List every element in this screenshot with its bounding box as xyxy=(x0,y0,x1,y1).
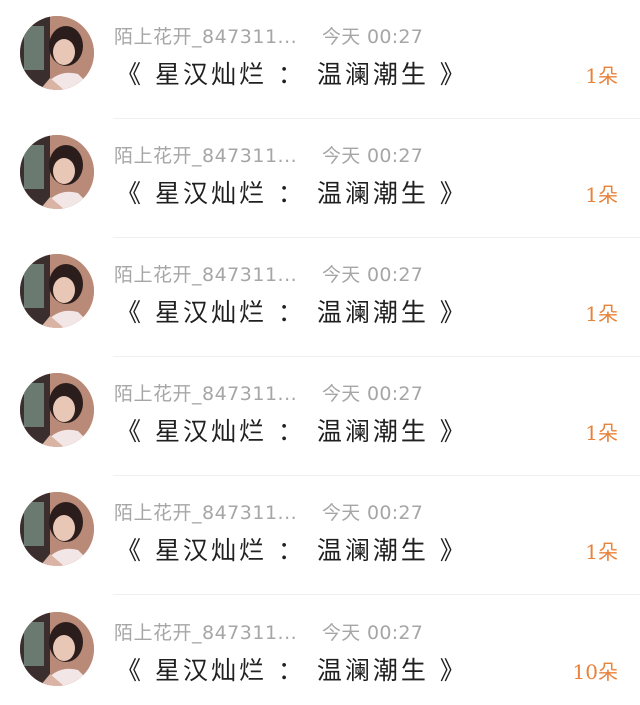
list-item[interactable]: 陌上花开_847311... 今天 00:27 《 星汉灿烂 ： 温澜潮生 》 … xyxy=(0,357,640,476)
avatar-photo-icon xyxy=(20,492,94,566)
row-divider xyxy=(113,594,640,595)
user-avatar[interactable] xyxy=(20,612,94,686)
list-item[interactable]: 陌上花开_847311... 今天 00:27 《 星汉灿烂 ： 温澜潮生 》 … xyxy=(0,596,640,705)
list-item[interactable]: 陌上花开_847311... 今天 00:27 《 星汉灿烂 ： 温澜潮生 》 … xyxy=(0,238,640,357)
flower-count: 1朵 xyxy=(585,540,618,564)
message-text: 《 星汉灿烂 ： 温澜潮生 》 xyxy=(116,536,468,565)
item-meta: 陌上花开_847311... 今天 00:27 xyxy=(114,141,434,167)
item-meta: 陌上花开_847311... 今天 00:27 xyxy=(114,260,434,286)
timestamp: 今天 00:27 xyxy=(322,26,424,48)
list-item[interactable]: 陌上花开_847311... 今天 00:27 《 星汉灿烂 ： 温澜潮生 》 … xyxy=(0,0,640,119)
timestamp: 今天 00:27 xyxy=(322,264,424,286)
list-item[interactable]: 陌上花开_847311... 今天 00:27 《 星汉灿烂 ： 温澜潮生 》 … xyxy=(0,476,640,595)
avatar-photo-icon xyxy=(20,135,94,209)
avatar-photo-icon xyxy=(20,16,94,90)
flower-count: 1朵 xyxy=(585,302,618,326)
item-meta: 陌上花开_847311... 今天 00:27 xyxy=(114,618,434,644)
message-text: 《 星汉灿烂 ： 温澜潮生 》 xyxy=(116,417,468,446)
flower-count: 1朵 xyxy=(585,64,618,88)
message-text: 《 星汉灿烂 ： 温澜潮生 》 xyxy=(116,656,468,685)
message-text: 《 星汉灿烂 ： 温澜潮生 》 xyxy=(116,179,468,208)
timestamp: 今天 00:27 xyxy=(322,622,424,644)
user-avatar[interactable] xyxy=(20,254,94,328)
user-avatar[interactable] xyxy=(20,135,94,209)
message-text: 《 星汉灿烂 ： 温澜潮生 》 xyxy=(116,60,468,89)
username[interactable]: 陌上花开_847311... xyxy=(114,379,297,406)
item-meta: 陌上花开_847311... 今天 00:27 xyxy=(114,22,434,48)
avatar-photo-icon xyxy=(20,373,94,447)
flower-count: 1朵 xyxy=(585,421,618,445)
username[interactable]: 陌上花开_847311... xyxy=(114,22,297,49)
item-meta: 陌上花开_847311... 今天 00:27 xyxy=(114,379,434,405)
user-avatar[interactable] xyxy=(20,373,94,447)
message-text: 《 星汉灿烂 ： 温澜潮生 》 xyxy=(116,298,468,327)
username[interactable]: 陌上花开_847311... xyxy=(114,498,297,525)
username[interactable]: 陌上花开_847311... xyxy=(114,618,297,645)
flower-count: 10朵 xyxy=(572,660,618,684)
username[interactable]: 陌上花开_847311... xyxy=(114,260,297,287)
avatar-photo-icon xyxy=(20,254,94,328)
user-avatar[interactable] xyxy=(20,16,94,90)
list-item[interactable]: 陌上花开_847311... 今天 00:27 《 星汉灿烂 ： 温澜潮生 》 … xyxy=(0,119,640,238)
timestamp: 今天 00:27 xyxy=(322,502,424,524)
flower-count: 1朵 xyxy=(585,183,618,207)
timestamp: 今天 00:27 xyxy=(322,383,424,405)
user-avatar[interactable] xyxy=(20,492,94,566)
item-meta: 陌上花开_847311... 今天 00:27 xyxy=(114,498,434,524)
username[interactable]: 陌上花开_847311... xyxy=(114,141,297,168)
avatar-photo-icon xyxy=(20,612,94,686)
timestamp: 今天 00:27 xyxy=(322,145,424,167)
